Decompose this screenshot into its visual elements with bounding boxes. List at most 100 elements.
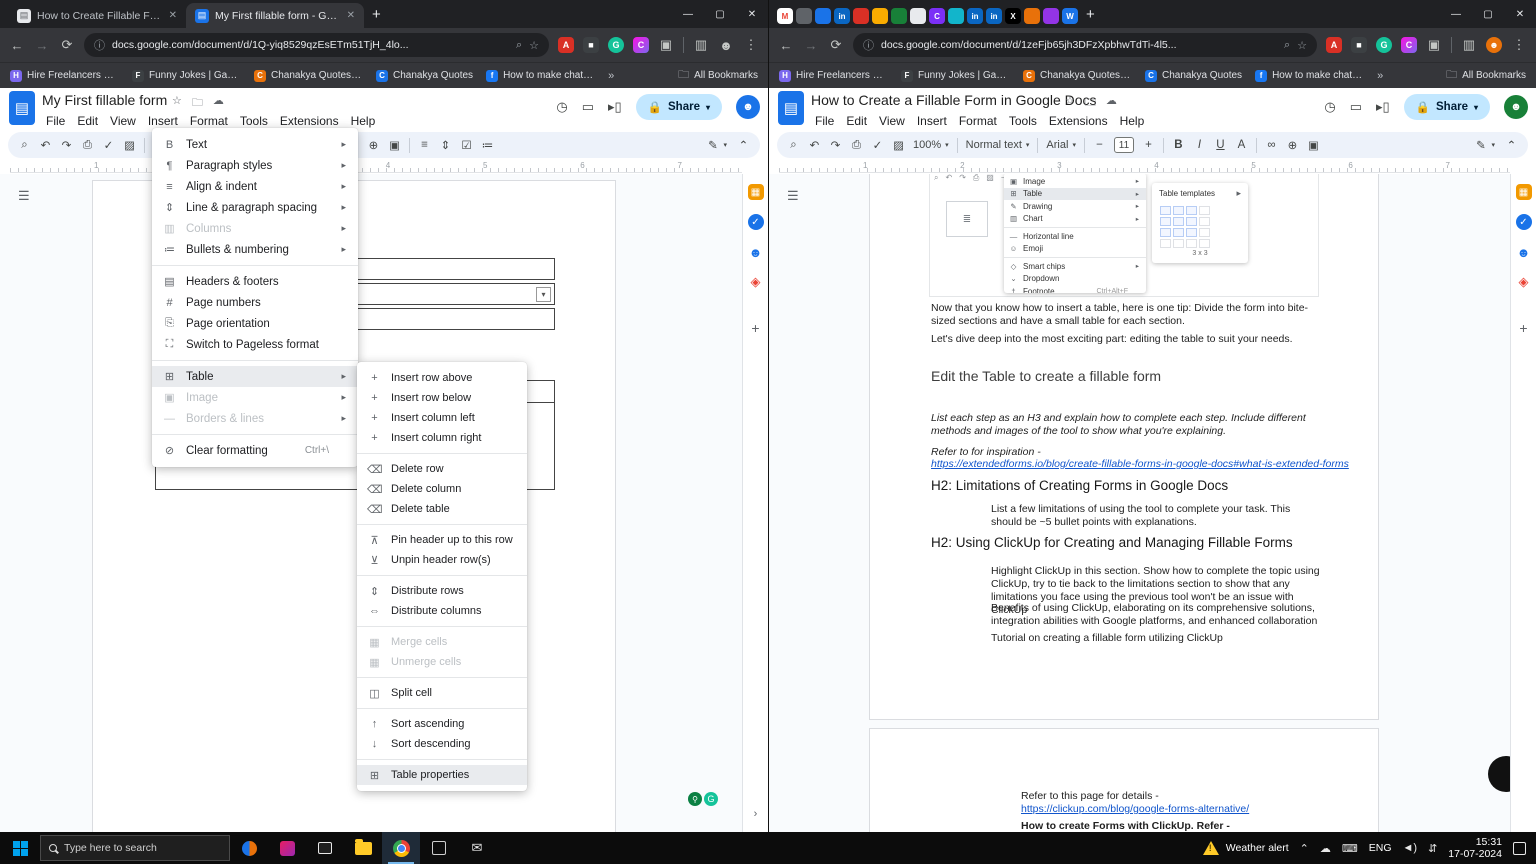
menu-button[interactable]: Edit	[71, 112, 104, 130]
side-panel-icon[interactable]: ▥	[1461, 37, 1477, 53]
address-bar[interactable]: ⓘ docs.google.com/document/d/1Q-yiq8529q…	[84, 33, 549, 57]
format-menu-item[interactable]: B Text ▸	[152, 134, 358, 155]
document-page-2[interactable]	[869, 728, 1379, 832]
format-menu-item[interactable]: # Page numbers	[152, 292, 358, 313]
format-menu-item[interactable]: ⊞ Table ▸	[152, 366, 358, 387]
extension-icon[interactable]: A	[1326, 37, 1342, 53]
menu-button[interactable]: View	[104, 112, 142, 130]
browser-tab[interactable]	[891, 8, 907, 24]
maps-icon[interactable]: ◈	[1516, 274, 1532, 290]
chrome-app-icon[interactable]	[382, 832, 420, 864]
table-submenu-item[interactable]: ⊞ Table properties	[357, 765, 527, 785]
reload-icon[interactable]: ⟳	[59, 37, 75, 53]
table-submenu-item[interactable]: + Insert column left	[357, 408, 527, 428]
contacts-icon[interactable]: ☻	[1516, 244, 1532, 260]
zoom-select[interactable]: 100%▾	[913, 139, 949, 151]
account-avatar[interactable]: ☻	[1504, 95, 1528, 119]
share-button[interactable]: 🔒 Share ▾	[1404, 94, 1490, 120]
all-bookmarks-button[interactable]: 🗀 All Bookmarks	[1446, 66, 1526, 85]
decrease-font-icon[interactable]: −	[1093, 139, 1106, 151]
browser-tab[interactable]	[1043, 8, 1059, 24]
line-spacing-icon[interactable]: ⇕	[439, 138, 452, 152]
doc-paragraph[interactable]: Benefits of using ClickUp, elaborating o…	[991, 602, 1321, 628]
undo-icon[interactable]: ↶	[808, 138, 821, 152]
doc-paragraph[interactable]: Now that you know how to insert a table,…	[931, 302, 1323, 328]
document-outline-icon[interactable]: ☰	[18, 188, 30, 204]
checklist-icon[interactable]: ☑	[460, 138, 473, 152]
doc-link[interactable]: https://clickup.com/blog/google-forms-al…	[1021, 803, 1249, 816]
maps-icon[interactable]: ◈	[748, 274, 764, 290]
meet-icon[interactable]: ▸▯	[608, 99, 622, 115]
extension-icon[interactable]: A	[558, 37, 574, 53]
tasks-icon[interactable]: ✓	[748, 214, 764, 230]
align-icon[interactable]: ≡	[418, 139, 431, 151]
minimize-button[interactable]: —	[672, 0, 704, 28]
bookmark-item[interactable]: F Funny Jokes | Gags...	[901, 70, 1010, 82]
clickup-icon[interactable]: C	[1401, 37, 1417, 53]
paint-format-icon[interactable]: ▨	[892, 138, 905, 152]
maximize-button[interactable]: ▢	[1472, 0, 1504, 28]
browser-tab[interactable]	[1024, 8, 1040, 24]
all-bookmarks-button[interactable]: 🗀 All Bookmarks	[678, 66, 758, 85]
bookmark-item[interactable]: C Chanakya Quotes -...	[1023, 70, 1132, 82]
table-submenu-item[interactable]: ⌫ Delete row	[357, 459, 527, 479]
calendar-icon[interactable]: ▦	[1516, 184, 1532, 200]
version-history-icon[interactable]: ◷	[556, 99, 567, 115]
forward-icon[interactable]: →	[803, 38, 819, 53]
extensions-puzzle-icon[interactable]: ▣	[658, 37, 674, 53]
network-icon[interactable]: ⇵	[1428, 842, 1437, 855]
doc-paragraph[interactable]: List each step as an H3 and explain how …	[931, 412, 1319, 438]
menu-button[interactable]: Help	[1114, 112, 1151, 130]
meet-icon[interactable]: ▸▯	[1376, 99, 1390, 115]
keyboard-icon[interactable]: ⌨	[1342, 842, 1358, 855]
paragraph-style-select[interactable]: Normal text▾	[966, 139, 1030, 151]
calendar-icon[interactable]: ▦	[748, 184, 764, 200]
taskbar-clock[interactable]: 15:31 17-07-2024	[1448, 836, 1502, 860]
bookmarks-overflow-icon[interactable]: »	[608, 70, 614, 82]
table-submenu-item[interactable]: ◫ Split cell	[357, 683, 527, 703]
google-docs-logo[interactable]: ▤	[778, 91, 804, 125]
star-icon[interactable]: ☆	[172, 94, 182, 113]
redo-icon[interactable]: ↷	[829, 138, 842, 152]
browser-tab[interactable]: in	[834, 8, 850, 24]
table-submenu-item[interactable]: ▦ Unmerge cells	[357, 652, 527, 672]
close-button[interactable]: ✕	[1504, 0, 1536, 28]
bookmark-star-icon[interactable]: ☆	[529, 39, 539, 52]
format-menu-item[interactable]: — Borders & lines ▸	[152, 408, 358, 429]
bookmark-item[interactable]: C Chanakya Quotes -...	[254, 70, 363, 82]
font-size-field[interactable]: 11	[1114, 137, 1134, 153]
comments-icon[interactable]: ▭	[582, 99, 594, 115]
contacts-icon[interactable]: ☻	[748, 244, 764, 260]
weather-widget[interactable]: Weather alert	[1203, 841, 1289, 855]
doc-paragraph[interactable]: Let's dive deep into the most exciting p…	[931, 333, 1331, 346]
increase-font-icon[interactable]: +	[1142, 139, 1155, 151]
tab-close-icon[interactable]: ✕	[169, 10, 177, 21]
profile-avatar[interactable]: ☻	[1486, 37, 1502, 53]
cloud-status-icon[interactable]: ☁	[1106, 94, 1117, 113]
format-menu-item[interactable]: ⎘ Page orientation	[152, 313, 358, 334]
add-comment-icon[interactable]: ⊕	[367, 138, 380, 152]
language-indicator[interactable]: ENG	[1369, 842, 1392, 854]
table-submenu-item[interactable]: ⊻ Unpin header row(s)	[357, 550, 527, 570]
bookmark-item[interactable]: C Chanakya Quotes	[1145, 70, 1242, 82]
add-comment-icon[interactable]: ⊕	[1286, 138, 1299, 152]
menu-button[interactable]: File	[40, 112, 71, 130]
browser-menu-icon[interactable]: ⋮	[743, 37, 759, 53]
doc-heading[interactable]: H2: Limitations of Creating Forms in Goo…	[931, 479, 1228, 492]
table-submenu-item[interactable]: ⇔ Distribute columns	[357, 601, 527, 621]
file-explorer-icon[interactable]	[344, 832, 382, 864]
document-outline-icon[interactable]: ☰	[787, 188, 799, 204]
comments-icon[interactable]: ▭	[1350, 99, 1362, 115]
italic-icon[interactable]: I	[1193, 139, 1206, 151]
share-dropdown-icon[interactable]: ▾	[706, 103, 710, 112]
doc-paragraph[interactable]: Refer to this page for details -	[1021, 790, 1159, 803]
version-history-icon[interactable]: ◷	[1324, 99, 1335, 115]
browser-tab[interactable]	[872, 8, 888, 24]
browser-tab[interactable]: in	[986, 8, 1002, 24]
reload-icon[interactable]: ⟳	[828, 37, 844, 53]
bookmark-item[interactable]: H Hire Freelancers & F...	[10, 70, 119, 82]
menu-button[interactable]: Tools	[1003, 112, 1043, 130]
doc-heading[interactable]: H2: Using ClickUp for Creating and Manag…	[931, 536, 1293, 549]
format-menu-item[interactable]: ▤ Headers & footers	[152, 271, 358, 292]
browser-tab[interactable]: X	[1005, 8, 1021, 24]
